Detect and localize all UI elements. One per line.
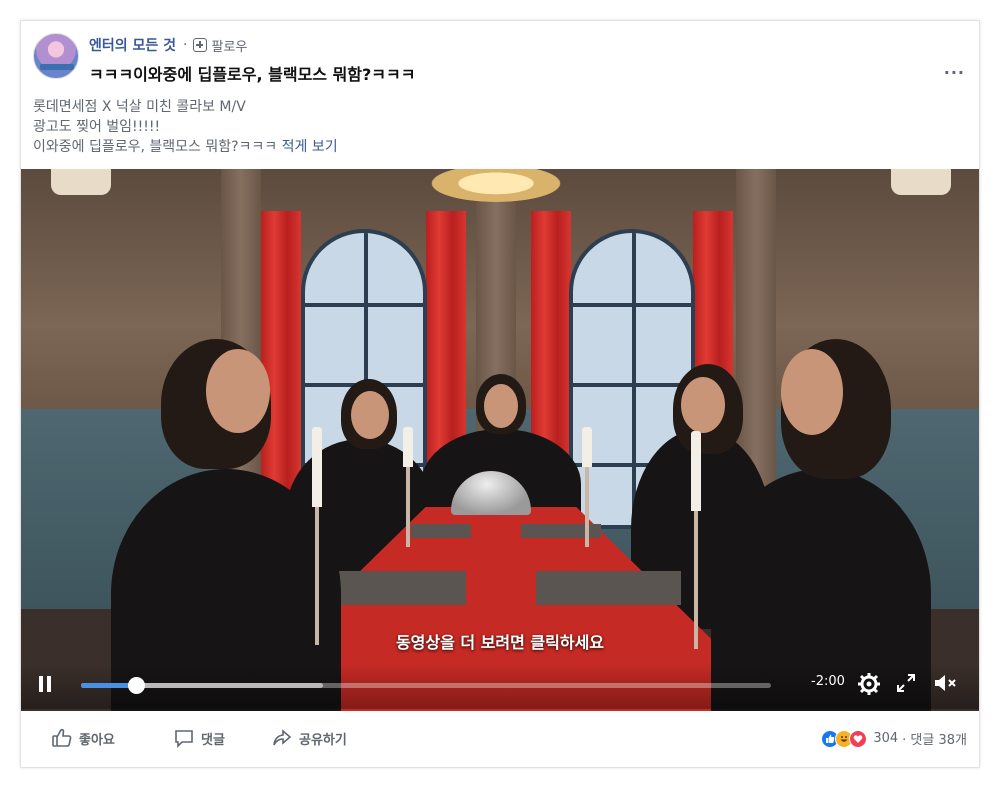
comment-label: 댓글 — [201, 732, 225, 748]
mute-icon[interactable] — [933, 672, 959, 699]
separator-dot: · — [183, 37, 188, 53]
follow-button[interactable]: 팔로우 — [193, 36, 247, 55]
time-remaining: -2:00 — [811, 674, 845, 689]
video-scene-candle — [691, 431, 701, 511]
post-title: ㅋㅋㅋ이와중에 딥플로우, 블랙모스 뭐함?ㅋㅋㅋ — [89, 65, 416, 84]
post-card: 엔터의 모든 것 · 팔로우 ㅋㅋㅋ이와중에 딥플로우, 블랙모스 뭐함?ㅋㅋㅋ… — [20, 20, 980, 768]
love-reaction-icon — [849, 729, 868, 748]
video-scene-candle — [312, 427, 322, 507]
video-scene-placemat — [521, 524, 601, 538]
like-label: 좋아요 — [79, 732, 115, 748]
post-body-line: 광고도 찢어 벌임!!!!! — [33, 119, 161, 135]
post-body-last-text: 이와중에 딥플로우, 블랙모스 뭐함?ㅋㅋㅋ — [33, 139, 278, 155]
follow-label: 팔로우 — [211, 39, 248, 55]
video-scene-candlestick — [406, 467, 410, 547]
video-player[interactable]: 동영상을 더 보려면 클릭하세요 -2:00 — [21, 169, 979, 711]
video-scene-candle — [403, 427, 413, 467]
page-name-link[interactable]: 엔터의 모든 것 — [89, 35, 176, 55]
video-scene-candlestick — [315, 507, 319, 645]
page-avatar[interactable] — [33, 33, 79, 79]
seek-handle[interactable] — [128, 677, 146, 694]
post-body-line: 이와중에 딥플로우, 블랙모스 뭐함?ㅋㅋㅋ 적게 보기 — [33, 137, 338, 157]
post-body-line: 롯데면세점 X 넉살 미친 콜라보 M/V — [33, 99, 246, 115]
video-scene-face — [681, 377, 725, 433]
video-scene-face — [206, 349, 270, 433]
video-scene-candle — [582, 427, 592, 467]
like-icon — [52, 728, 72, 747]
post-header: 엔터의 모든 것 · 팔로우 ㅋㅋㅋ이와중에 딥플로우, 블랙모스 뭐함?ㅋㅋㅋ… — [21, 21, 979, 167]
video-scene-curtain — [261, 211, 301, 491]
fullscreen-icon[interactable] — [895, 672, 917, 699]
settings-icon[interactable] — [857, 672, 881, 701]
reaction-summary[interactable]: 304 · 댓글 38개 — [821, 729, 967, 748]
share-icon — [273, 729, 292, 746]
more-options-icon[interactable]: ··· — [944, 63, 965, 82]
video-scene-placemat — [536, 571, 681, 605]
video-scene-sconce — [51, 169, 111, 195]
comments-count-link[interactable]: · 댓글 38개 — [902, 729, 967, 748]
video-scene-face — [781, 349, 843, 435]
reaction-count: 304 — [873, 731, 899, 746]
pause-icon[interactable] — [37, 676, 53, 692]
post-footer: 좋아요 댓글 공유하기 304 · 댓글 38개 — [21, 711, 979, 768]
share-button[interactable]: 공유하기 — [271, 727, 347, 749]
comment-icon — [175, 730, 193, 748]
video-controls: -2:00 — [21, 664, 979, 709]
comment-button[interactable]: 댓글 — [173, 727, 225, 749]
video-scene-candlestick — [585, 467, 589, 547]
share-label: 공유하기 — [299, 732, 347, 748]
page-line: 엔터의 모든 것 · 팔로우 — [89, 35, 247, 55]
video-scene-face — [484, 384, 518, 428]
see-less-link[interactable]: 적게 보기 — [282, 139, 338, 155]
video-caption[interactable]: 동영상을 더 보려면 클릭하세요 — [21, 629, 979, 653]
like-button[interactable]: 좋아요 — [51, 727, 115, 749]
video-scene-face — [351, 391, 389, 439]
video-scene-placemat — [326, 571, 466, 605]
seek-bar[interactable] — [81, 677, 771, 694]
video-scene-chandelier — [421, 169, 571, 205]
video-scene-placemat — [411, 524, 471, 538]
follow-icon — [193, 38, 208, 52]
post-body: 롯데면세점 X 넉살 미친 콜라보 M/V 광고도 찢어 벌임!!!!! 이와중… — [33, 97, 338, 157]
video-scene-sconce — [891, 169, 951, 195]
